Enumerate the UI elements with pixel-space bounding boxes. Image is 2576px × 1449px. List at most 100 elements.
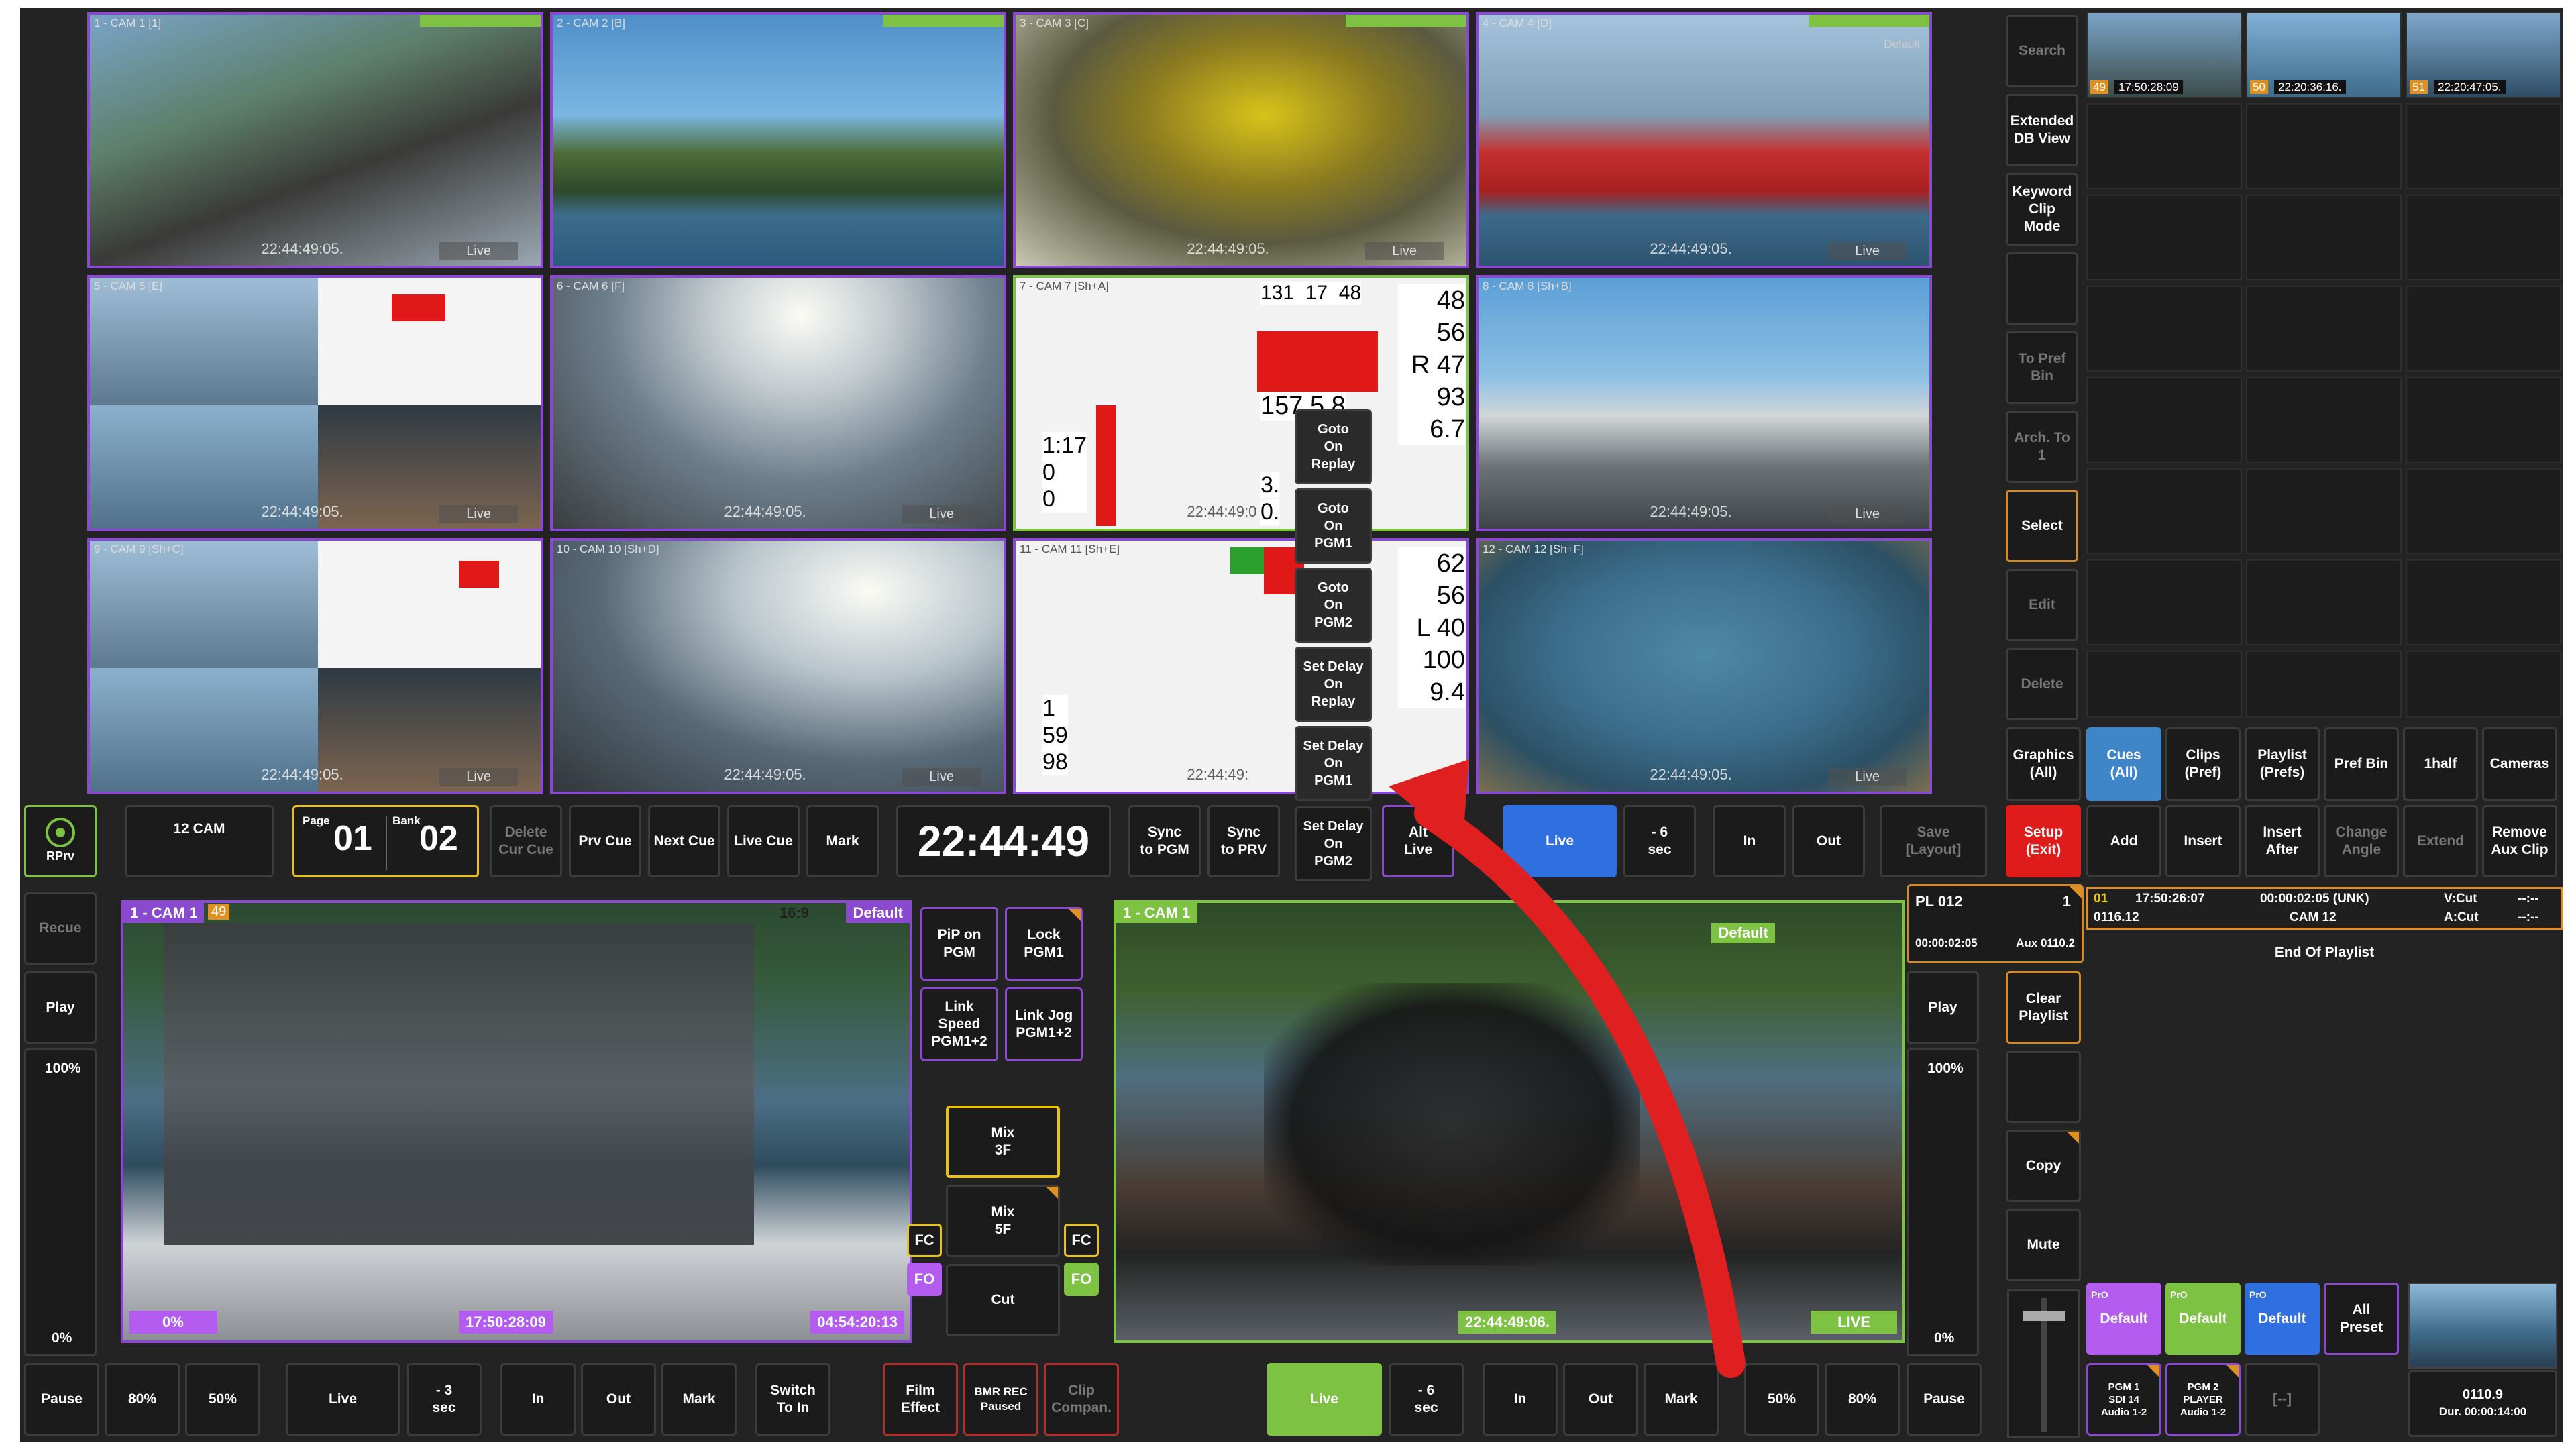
empty-clip-slot[interactable] [2246,195,2402,280]
pause-button[interactable]: Pause [24,1363,99,1436]
link-jog-button[interactable]: Link Jog PGM1+2 [1005,987,1083,1061]
speed-50-button[interactable]: 50% [1744,1363,1819,1436]
camera-tile[interactable]: 2 - CAM 2 [B] [550,12,1006,268]
camera-tile[interactable]: 8 - CAM 8 [Sh+B] 22:44:49:05. Live [1476,275,1932,531]
edit-button[interactable]: Edit [2006,569,2078,641]
link-speed-button[interactable]: Link Speed PGM1+2 [920,987,998,1061]
empty-clip-slot[interactable] [2246,468,2402,554]
empty-clip-slot[interactable] [2246,103,2402,189]
arch-to-button[interactable]: Arch. To 1 [2006,411,2078,483]
goto-on-pgm1-button[interactable]: Goto On PGM1 [1295,488,1372,564]
in-button[interactable]: In [500,1363,576,1436]
to-pref-bin-button[interactable]: To Pref Bin [2006,331,2078,404]
empty-clip-slot[interactable] [2406,195,2561,280]
live-button[interactable]: Live [1267,1363,1382,1436]
empty-clip-slot[interactable] [2246,377,2402,463]
camera-tile[interactable]: 131 17 48 157 5.8 3. 0. 1:17 0 0 48 56 R… [1013,275,1469,531]
pgm2-viewer[interactable]: 1 - CAM 1 Default 22:44:49:06. LIVE [1114,900,1905,1343]
set-delay-on-replay-button[interactable]: Set Delay On Replay [1295,647,1372,722]
empty-clip-slot[interactable] [2086,468,2242,554]
live-button[interactable]: Live [286,1363,400,1436]
empty-clip-slot[interactable] [2406,468,2561,554]
camera-tile[interactable]: 1 - CAM 1 [1] 22:44:49:05. Live [87,12,543,268]
playlist-header[interactable]: PL 012 1 00:00:02:05 Aux 0110.2 [1907,884,2084,963]
empty-clip-slot[interactable] [2246,559,2402,645]
minus-6-sec-button[interactable]: - 6 sec [1623,805,1696,877]
output-pgm1-button[interactable]: PGM 1 SDI 14 Audio 1-2 [2086,1363,2161,1436]
tab-clips[interactable]: Clips (Pref) [2165,727,2241,801]
empty-clip-slot[interactable] [2406,559,2561,645]
clip-companion-button[interactable]: Clip Compan. [1044,1363,1119,1436]
pause-button[interactable]: Pause [1907,1363,1982,1436]
sync-to-prv-button[interactable]: Sync to PRV [1208,805,1280,877]
insert-after-button[interactable]: Insert After [2245,805,2320,877]
camera-tile[interactable]: 10 - CAM 10 [Sh+D] 22:44:49:05. Live [550,538,1006,794]
live-cue-button[interactable]: Live Cue [727,805,800,877]
clip-thumb[interactable]: 50 22:20:36:16. [2246,12,2402,98]
camera-tile[interactable]: 4 - CAM 4 [D] Default 22:44:49:05. Live [1476,12,1932,268]
blank-button[interactable] [2006,252,2078,325]
tab-playlist[interactable]: Playlist (Prefs) [2245,727,2320,801]
remove-aux-clip-button[interactable]: Remove Aux Clip [2482,805,2557,877]
all-preset-button[interactable]: All Preset [2324,1283,2399,1355]
empty-clip-slot[interactable] [2086,559,2242,645]
tab-graphics[interactable]: Graphics (All) [2006,727,2081,801]
mark-button[interactable]: Mark [806,805,879,877]
recue-button[interactable]: Recue [24,892,97,965]
extend-button[interactable]: Extend [2403,805,2478,877]
out-button[interactable]: Out [1792,805,1865,877]
empty-clip-slot[interactable] [2086,286,2242,372]
mix-5f-button[interactable]: Mix 5F [946,1185,1060,1257]
goto-on-pgm2-button[interactable]: Goto On PGM2 [1295,568,1372,643]
next-cue-button[interactable]: Next Cue [648,805,720,877]
tab-cameras[interactable]: Cameras [2482,727,2557,801]
lock-pgm1-button[interactable]: Lock PGM1 [1005,907,1083,981]
sync-to-pgm-button[interactable]: Sync to PGM [1128,805,1201,877]
in-button[interactable]: In [1713,805,1786,877]
empty-clip-slot[interactable] [2246,651,2402,718]
alt-live-button[interactable]: Alt Live [1382,805,1454,877]
mute-button[interactable]: Mute [2006,1209,2081,1281]
pgm1-viewer[interactable]: 1 - CAM 1 49 16:9 Default 0% 17:50:28:09… [121,900,912,1343]
clip-preview-thumb[interactable] [2408,1283,2557,1368]
output-aux-button[interactable]: [--] [2245,1363,2320,1436]
save-layout-button[interactable]: Save [Layout] [1880,805,1987,877]
minus-6-sec-button[interactable]: - 6 sec [1389,1363,1464,1436]
fo-left-indicator[interactable]: FO [907,1263,942,1296]
camera-tile[interactable]: 6 - CAM 6 [F] 22:44:49:05. Live [550,275,1006,531]
clip-thumb[interactable]: 51 22:20:47:05. [2406,12,2561,98]
add-button[interactable]: Add [2086,805,2161,877]
fo-right-indicator[interactable]: FO [1064,1263,1099,1296]
output-pgm2-button[interactable]: PGM 2 PLAYER Audio 1-2 [2165,1363,2241,1436]
playlist-play-button[interactable]: Play [1907,971,1979,1044]
tab-1half[interactable]: 1half [2403,727,2478,801]
prv-cue-button[interactable]: Prv Cue [569,805,641,877]
empty-clip-slot[interactable] [2086,103,2242,189]
keyword-clip-mode-button[interactable]: Keyword Clip Mode [2006,173,2078,246]
live-button[interactable]: Live [1503,805,1617,877]
tab-pref-bin[interactable]: Pref Bin [2324,727,2399,801]
select-button[interactable]: Select [2006,490,2078,562]
mix-3f-button[interactable]: Mix 3F [946,1106,1060,1178]
empty-clip-slot[interactable] [2086,195,2242,280]
camera-tile[interactable]: 12 - CAM 12 [Sh+F] 22:44:49:05. Live [1476,538,1932,794]
empty-clip-slot[interactable] [2406,286,2561,372]
pip-on-pgm-button[interactable]: PiP on PGM [920,907,998,981]
preset-pgm1-default[interactable]: PrO Default [2086,1283,2161,1355]
camera-count-button[interactable]: 12 CAM [125,805,274,877]
film-effect-button[interactable]: Film Effect [883,1363,958,1436]
fc-left-indicator[interactable]: FC [907,1224,942,1257]
set-delay-on-pgm2-button[interactable]: Set Delay On PGM2 [1295,806,1372,881]
rprv-button[interactable]: RPrv [24,805,97,877]
empty-clip-slot[interactable] [2406,651,2561,718]
goto-on-replay-button[interactable]: Goto On Replay [1295,409,1372,484]
fc-right-indicator[interactable]: FC [1064,1224,1099,1257]
empty-clip-slot[interactable] [2086,651,2242,718]
in-button[interactable]: In [1483,1363,1558,1436]
copy-button[interactable]: Copy [2006,1130,2081,1202]
empty-clip-slot[interactable] [2086,377,2242,463]
mark-button[interactable]: Mark [661,1363,737,1436]
search-button[interactable]: Search [2006,15,2078,87]
playlist-row[interactable]: 01 17:50:26:07 00:00:02:05 (UNK) V:Cut -… [2086,887,2563,930]
delete-button[interactable]: Delete [2006,648,2078,720]
